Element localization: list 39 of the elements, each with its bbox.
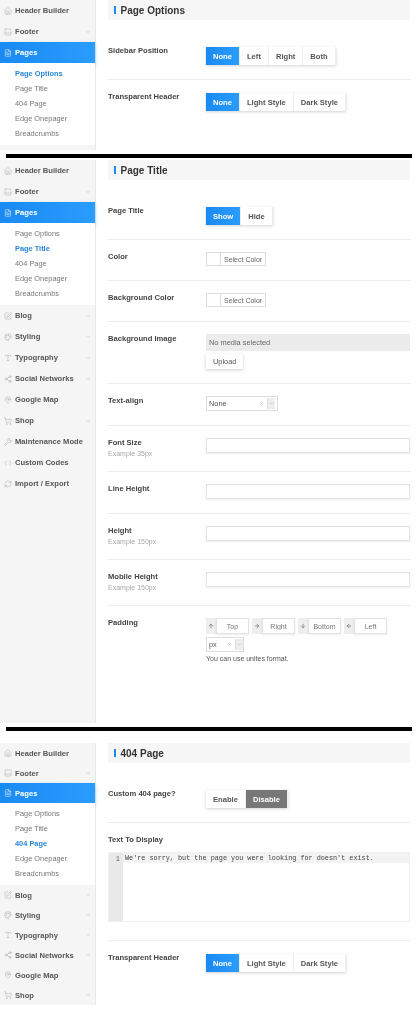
document-icon [4, 208, 12, 217]
document-icon [4, 789, 12, 797]
cart-icon [4, 416, 12, 425]
input-field[interactable] [206, 572, 410, 587]
document-icon [4, 48, 12, 57]
palette-icon [4, 332, 12, 341]
arrow-right-icon [254, 623, 260, 629]
title-text: Page Title [120, 164, 168, 176]
panel-icon [4, 27, 12, 36]
panel-icon [4, 187, 12, 196]
clear-icon[interactable] [259, 401, 264, 406]
palette-icon [4, 911, 12, 919]
arrow-left-icon [346, 623, 352, 629]
pen-square-icon [4, 311, 12, 320]
input-field[interactable] [206, 526, 410, 541]
map-pin-icon [4, 971, 12, 979]
refresh-icon [4, 479, 12, 488]
house-icon [4, 6, 12, 15]
input-field[interactable] [206, 484, 410, 499]
code-icon [4, 458, 12, 467]
title-text: Page Options [120, 4, 185, 16]
share-icon [4, 374, 12, 383]
input-field[interactable] [206, 438, 410, 453]
chevron-down-icon [237, 642, 242, 647]
share-icon [4, 951, 12, 959]
type-icon [4, 353, 12, 362]
panel-icon [4, 769, 12, 777]
pen-square-icon [4, 891, 12, 899]
house-icon [4, 749, 12, 757]
house-icon [4, 166, 12, 175]
title-text: 404 Page [120, 747, 164, 759]
arrow-up-icon [208, 623, 214, 629]
map-pin-icon [4, 395, 12, 404]
chevron-down-icon [269, 401, 274, 406]
cart-icon [4, 991, 12, 999]
arrow-down-icon [300, 623, 306, 629]
type-icon [4, 931, 12, 939]
clear-icon[interactable] [227, 642, 232, 647]
wrench-icon [4, 437, 12, 446]
